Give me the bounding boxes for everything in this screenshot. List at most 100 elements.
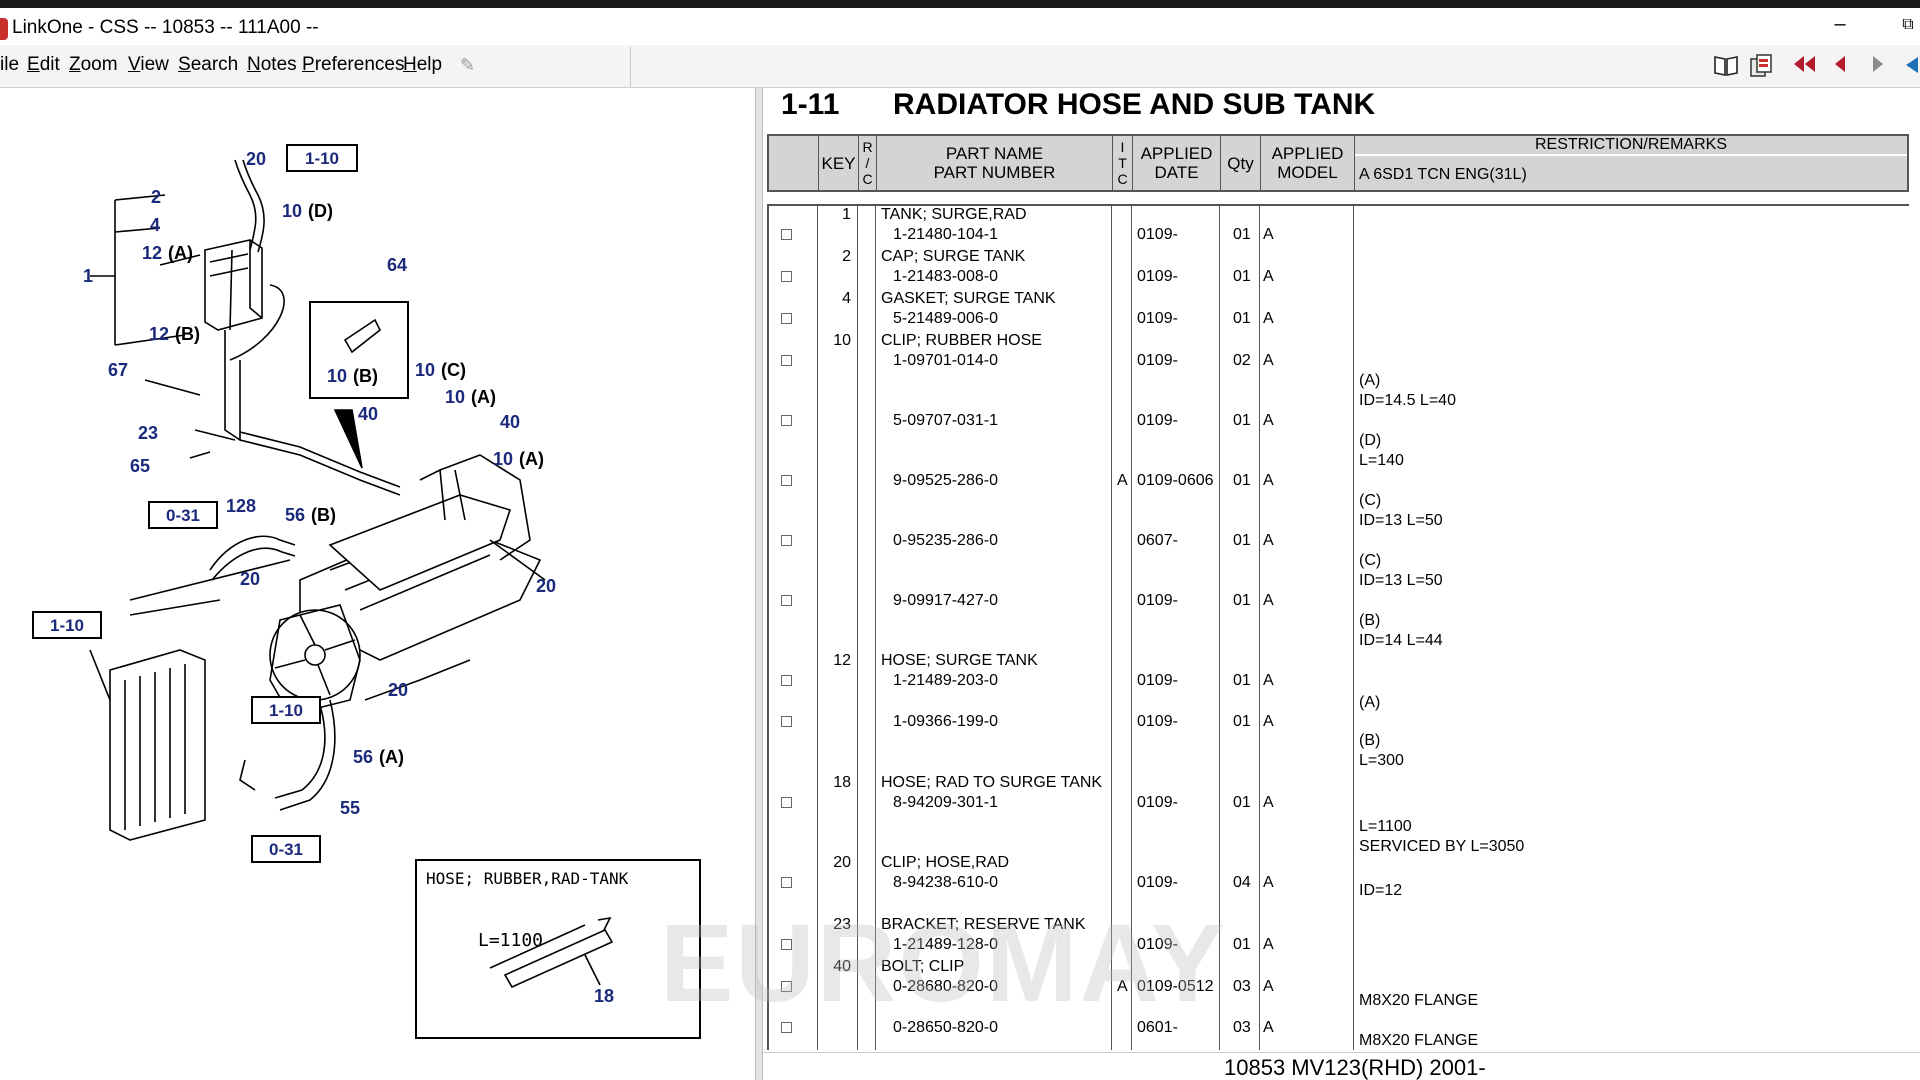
menu-item-3[interactable]: View <box>128 54 169 76</box>
part-number[interactable]: 1-09701-014-0 <box>893 352 998 370</box>
svg-text:1-10: 1-10 <box>50 616 84 635</box>
row-key: 4 <box>842 290 851 307</box>
applied-date: 0109- <box>1137 794 1178 811</box>
callout-21[interactable]: 20 <box>388 680 408 700</box>
col-part: PART NAME PART NUMBER <box>877 136 1113 190</box>
menu-item-1[interactable]: Edit <box>27 54 60 76</box>
row-checkbox-9[interactable] <box>781 716 792 727</box>
row-checkbox-5[interactable] <box>781 475 792 486</box>
applied-model: A <box>1263 310 1274 327</box>
callout-12[interactable]: 40 <box>358 404 378 424</box>
notes-icon[interactable] <box>1747 53 1775 81</box>
callout-3[interactable]: 12 (A) <box>142 243 193 263</box>
row-checkbox-1[interactable] <box>781 271 792 282</box>
row-checkbox-0[interactable] <box>781 229 792 240</box>
quantity: 01 <box>1233 713 1251 730</box>
row-checkbox-3[interactable] <box>781 355 792 366</box>
callout-6[interactable]: 64 <box>387 255 407 275</box>
row-key: 2 <box>842 248 851 265</box>
ref-box-0[interactable]: 1-10 <box>286 144 358 172</box>
remark-line: (B) <box>1359 732 1381 749</box>
part-number[interactable]: 1-09366-199-0 <box>893 713 998 731</box>
parts-illustration[interactable]: 202412 (A)110 (D)6412 (B)10 (B)67 10 (C)10 (A)4… <box>0 88 755 1080</box>
applied-date: 0109- <box>1137 874 1178 891</box>
quantity: 01 <box>1233 936 1251 953</box>
menu-item-5[interactable]: Notes <box>247 54 297 76</box>
quantity: 04 <box>1233 874 1251 891</box>
applied-model: A <box>1263 672 1274 689</box>
callout-13[interactable]: 40 <box>500 412 520 432</box>
callout-8[interactable]: 10 (B) <box>327 366 378 386</box>
quantity: 03 <box>1233 1019 1251 1036</box>
minimize-button[interactable]: – <box>1820 13 1860 36</box>
remark-line: (D) <box>1359 432 1382 449</box>
callout-0[interactable]: 20 <box>246 149 266 169</box>
restore-button[interactable]: ⧉ <box>1888 16 1920 34</box>
quantity: 01 <box>1233 672 1251 689</box>
menu-item-0[interactable]: ile <box>0 54 19 76</box>
row-key: 1 <box>842 206 851 223</box>
menu-item-2[interactable]: Zoom <box>69 54 118 76</box>
callout-7[interactable]: 12 (B) <box>149 324 200 344</box>
callout-14[interactable]: 23 <box>138 423 158 443</box>
ref-box-2[interactable]: 1-10 <box>32 611 102 639</box>
remark-line: L=140 <box>1359 452 1404 469</box>
row-checkbox-4[interactable] <box>781 415 792 426</box>
applied-model: A <box>1263 713 1274 730</box>
menu-item-6[interactable]: Preferences <box>302 54 404 76</box>
applied-date: 0109- <box>1137 713 1178 730</box>
quantity: 01 <box>1233 592 1251 609</box>
callout-4[interactable]: 1 <box>83 266 93 286</box>
part-number[interactable]: 1-21489-203-0 <box>893 672 998 690</box>
callout-19[interactable]: 20 <box>240 569 260 589</box>
row-checkbox-6[interactable] <box>781 535 792 546</box>
row-checkbox-11[interactable] <box>781 877 792 888</box>
callout-20[interactable]: 20 <box>536 576 556 596</box>
part-number[interactable]: 8-94209-301-1 <box>893 794 998 812</box>
prev-page-icon[interactable] <box>1826 53 1854 81</box>
callout-2[interactable]: 4 <box>150 215 160 235</box>
callout-17[interactable]: 128 <box>226 496 256 516</box>
ref-box-1[interactable]: 0-31 <box>148 501 218 529</box>
row-checkbox-2[interactable] <box>781 313 792 324</box>
part-number[interactable]: 8-94238-610-0 <box>893 874 998 892</box>
ref-box-4[interactable]: 0-31 <box>251 835 321 863</box>
back-icon[interactable] <box>1902 53 1920 81</box>
part-number[interactable]: 9-09525-286-0 <box>893 472 998 490</box>
remark-line: L=1100 <box>1359 818 1412 835</box>
part-number[interactable]: 9-09917-427-0 <box>893 592 998 610</box>
row-checkbox-8[interactable] <box>781 675 792 686</box>
next-page-icon[interactable] <box>1864 53 1892 81</box>
row-checkbox-7[interactable] <box>781 595 792 606</box>
callout-22[interactable]: 56 (A) <box>353 747 404 767</box>
applied-model: A <box>1263 472 1274 489</box>
remark-line: L=300 <box>1359 752 1404 769</box>
callout-5[interactable]: 10 (D) <box>282 201 333 221</box>
illustration-pane[interactable]: 20 2 4 12 (A) 1 10 (D) 64 12 (B) 10 (B) 67 10 (C) 10 (A) 4… <box>0 88 755 1080</box>
callout-18[interactable]: 56 (B) <box>285 505 336 525</box>
menu-item-4[interactable]: Search <box>178 54 238 76</box>
part-number[interactable]: 0-95235-286-0 <box>893 532 998 550</box>
quantity: 01 <box>1233 472 1251 489</box>
callout-10[interactable]: 10 (C) <box>415 360 466 380</box>
callout-23[interactable]: 55 <box>340 798 360 818</box>
inset-title: HOSE; RUBBER,RAD-TANK <box>426 869 629 888</box>
pin-icon[interactable]: ✎ <box>460 55 482 77</box>
callout-16[interactable]: 65 <box>130 456 150 476</box>
part-number[interactable]: 1-21483-008-0 <box>893 268 998 286</box>
remark-line: (A) <box>1359 694 1381 711</box>
callout-11[interactable]: 10 (A) <box>445 387 496 407</box>
callout-9[interactable]: 67 <box>108 360 128 380</box>
menu-item-7[interactable]: Help <box>403 54 442 76</box>
callout-1[interactable]: 2 <box>151 187 161 207</box>
first-page-icon[interactable] <box>1790 53 1818 81</box>
book-icon[interactable] <box>1712 53 1740 81</box>
ref-box-3[interactable]: 1-10 <box>251 696 321 724</box>
callout-15[interactable]: 10 (A) <box>493 449 544 469</box>
watermark: EUROMAY <box>660 902 1227 1025</box>
part-number[interactable]: 1-21480-104-1 <box>893 226 998 244</box>
part-number[interactable]: 5-21489-006-0 <box>893 310 998 328</box>
part-number[interactable]: 5-09707-031-1 <box>893 412 998 430</box>
quantity: 03 <box>1233 978 1251 995</box>
row-checkbox-10[interactable] <box>781 797 792 808</box>
